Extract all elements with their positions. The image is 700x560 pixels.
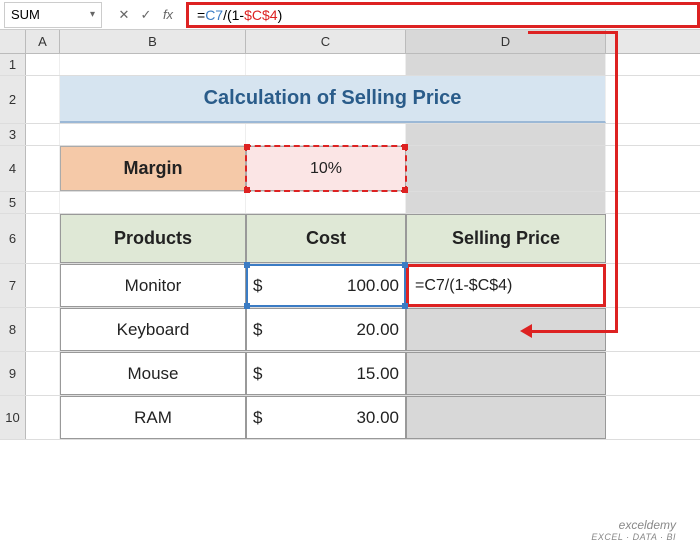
cell[interactable] (406, 192, 606, 213)
product-cell[interactable]: Mouse (60, 352, 246, 395)
cell[interactable] (26, 76, 60, 123)
cell[interactable] (26, 264, 60, 307)
cell[interactable] (26, 124, 60, 145)
cell[interactable] (26, 54, 60, 75)
cell[interactable] (406, 146, 606, 191)
table-header-products[interactable]: Products (60, 214, 246, 263)
cell[interactable] (26, 192, 60, 213)
cost-cell[interactable]: $ 15.00 (246, 352, 406, 395)
row-header[interactable]: 3 (0, 124, 26, 145)
table-header-cost[interactable]: Cost (246, 214, 406, 263)
table-header-price[interactable]: Selling Price (406, 214, 606, 263)
formula-controls: ✕ ✓ fx (106, 5, 186, 25)
product-cell[interactable]: Monitor (60, 264, 246, 307)
row-header[interactable]: 7 (0, 264, 26, 307)
cost-cell[interactable]: $ 30.00 (246, 396, 406, 439)
cost-cell-selected[interactable]: $ 100.00 (246, 264, 406, 307)
margin-label[interactable]: Margin (60, 146, 246, 191)
cell[interactable] (406, 124, 606, 145)
cancel-icon[interactable]: ✕ (114, 5, 134, 25)
table-row: 10 RAM $ 30.00 (0, 396, 700, 440)
annotation-arrow (615, 32, 618, 332)
page-title[interactable]: Calculation of Selling Price (60, 76, 606, 123)
name-box-value: SUM (11, 7, 40, 22)
cell[interactable] (26, 146, 60, 191)
row-header[interactable]: 8 (0, 308, 26, 351)
cell[interactable] (246, 192, 406, 213)
row-header[interactable]: 9 (0, 352, 26, 395)
row-header[interactable]: 6 (0, 214, 26, 263)
col-header-a[interactable]: A (26, 30, 60, 53)
price-cell[interactable] (406, 396, 606, 439)
row-4: 4 Margin 10% (0, 146, 700, 192)
cell[interactable] (246, 54, 406, 75)
price-cell[interactable] (406, 352, 606, 395)
margin-value-cell[interactable]: 10% (246, 146, 406, 191)
row-header[interactable]: 4 (0, 146, 26, 191)
row-3: 3 (0, 124, 700, 146)
fx-icon[interactable]: fx (158, 5, 178, 25)
row-2: 2 Calculation of Selling Price (0, 76, 700, 124)
arrow-head-icon (520, 324, 532, 338)
cost-cell[interactable]: $ 20.00 (246, 308, 406, 351)
cell[interactable] (26, 308, 60, 351)
table-row: 9 Mouse $ 15.00 (0, 352, 700, 396)
cell[interactable] (406, 54, 606, 75)
table-row: 7 Monitor $ 100.00 =C7/(1-$C$4) (0, 264, 700, 308)
formula-editing-cell[interactable]: =C7/(1-$C$4) (406, 264, 606, 307)
col-header-b[interactable]: B (60, 30, 246, 53)
row-header[interactable]: 10 (0, 396, 26, 439)
row-header[interactable]: 5 (0, 192, 26, 213)
cell[interactable] (60, 124, 246, 145)
col-header-c[interactable]: C (246, 30, 406, 53)
cell[interactable] (26, 214, 60, 263)
cell[interactable] (26, 396, 60, 439)
product-cell[interactable]: Keyboard (60, 308, 246, 351)
row-5: 5 (0, 192, 700, 214)
spreadsheet-grid: A B C D 1 2 Calculation of Selling Price… (0, 30, 700, 440)
cell[interactable] (246, 124, 406, 145)
row-header[interactable]: 1 (0, 54, 26, 75)
cell[interactable] (60, 192, 246, 213)
formula-bar: SUM ▾ ✕ ✓ fx =C7/(1-$C$4) (0, 0, 700, 30)
product-cell[interactable]: RAM (60, 396, 246, 439)
watermark: exceldemy EXCEL · DATA · BI (591, 518, 676, 542)
row-header[interactable]: 2 (0, 76, 26, 123)
cell[interactable] (60, 54, 246, 75)
chevron-down-icon[interactable]: ▾ (90, 9, 95, 20)
margin-value: 10% (310, 160, 342, 178)
cell[interactable] (26, 352, 60, 395)
name-box[interactable]: SUM ▾ (4, 2, 102, 28)
row-6: 6 Products Cost Selling Price (0, 214, 700, 264)
select-all-corner[interactable] (0, 30, 26, 53)
formula-input[interactable]: =C7/(1-$C$4) (186, 2, 700, 28)
check-icon[interactable]: ✓ (136, 5, 156, 25)
row-1: 1 (0, 54, 700, 76)
